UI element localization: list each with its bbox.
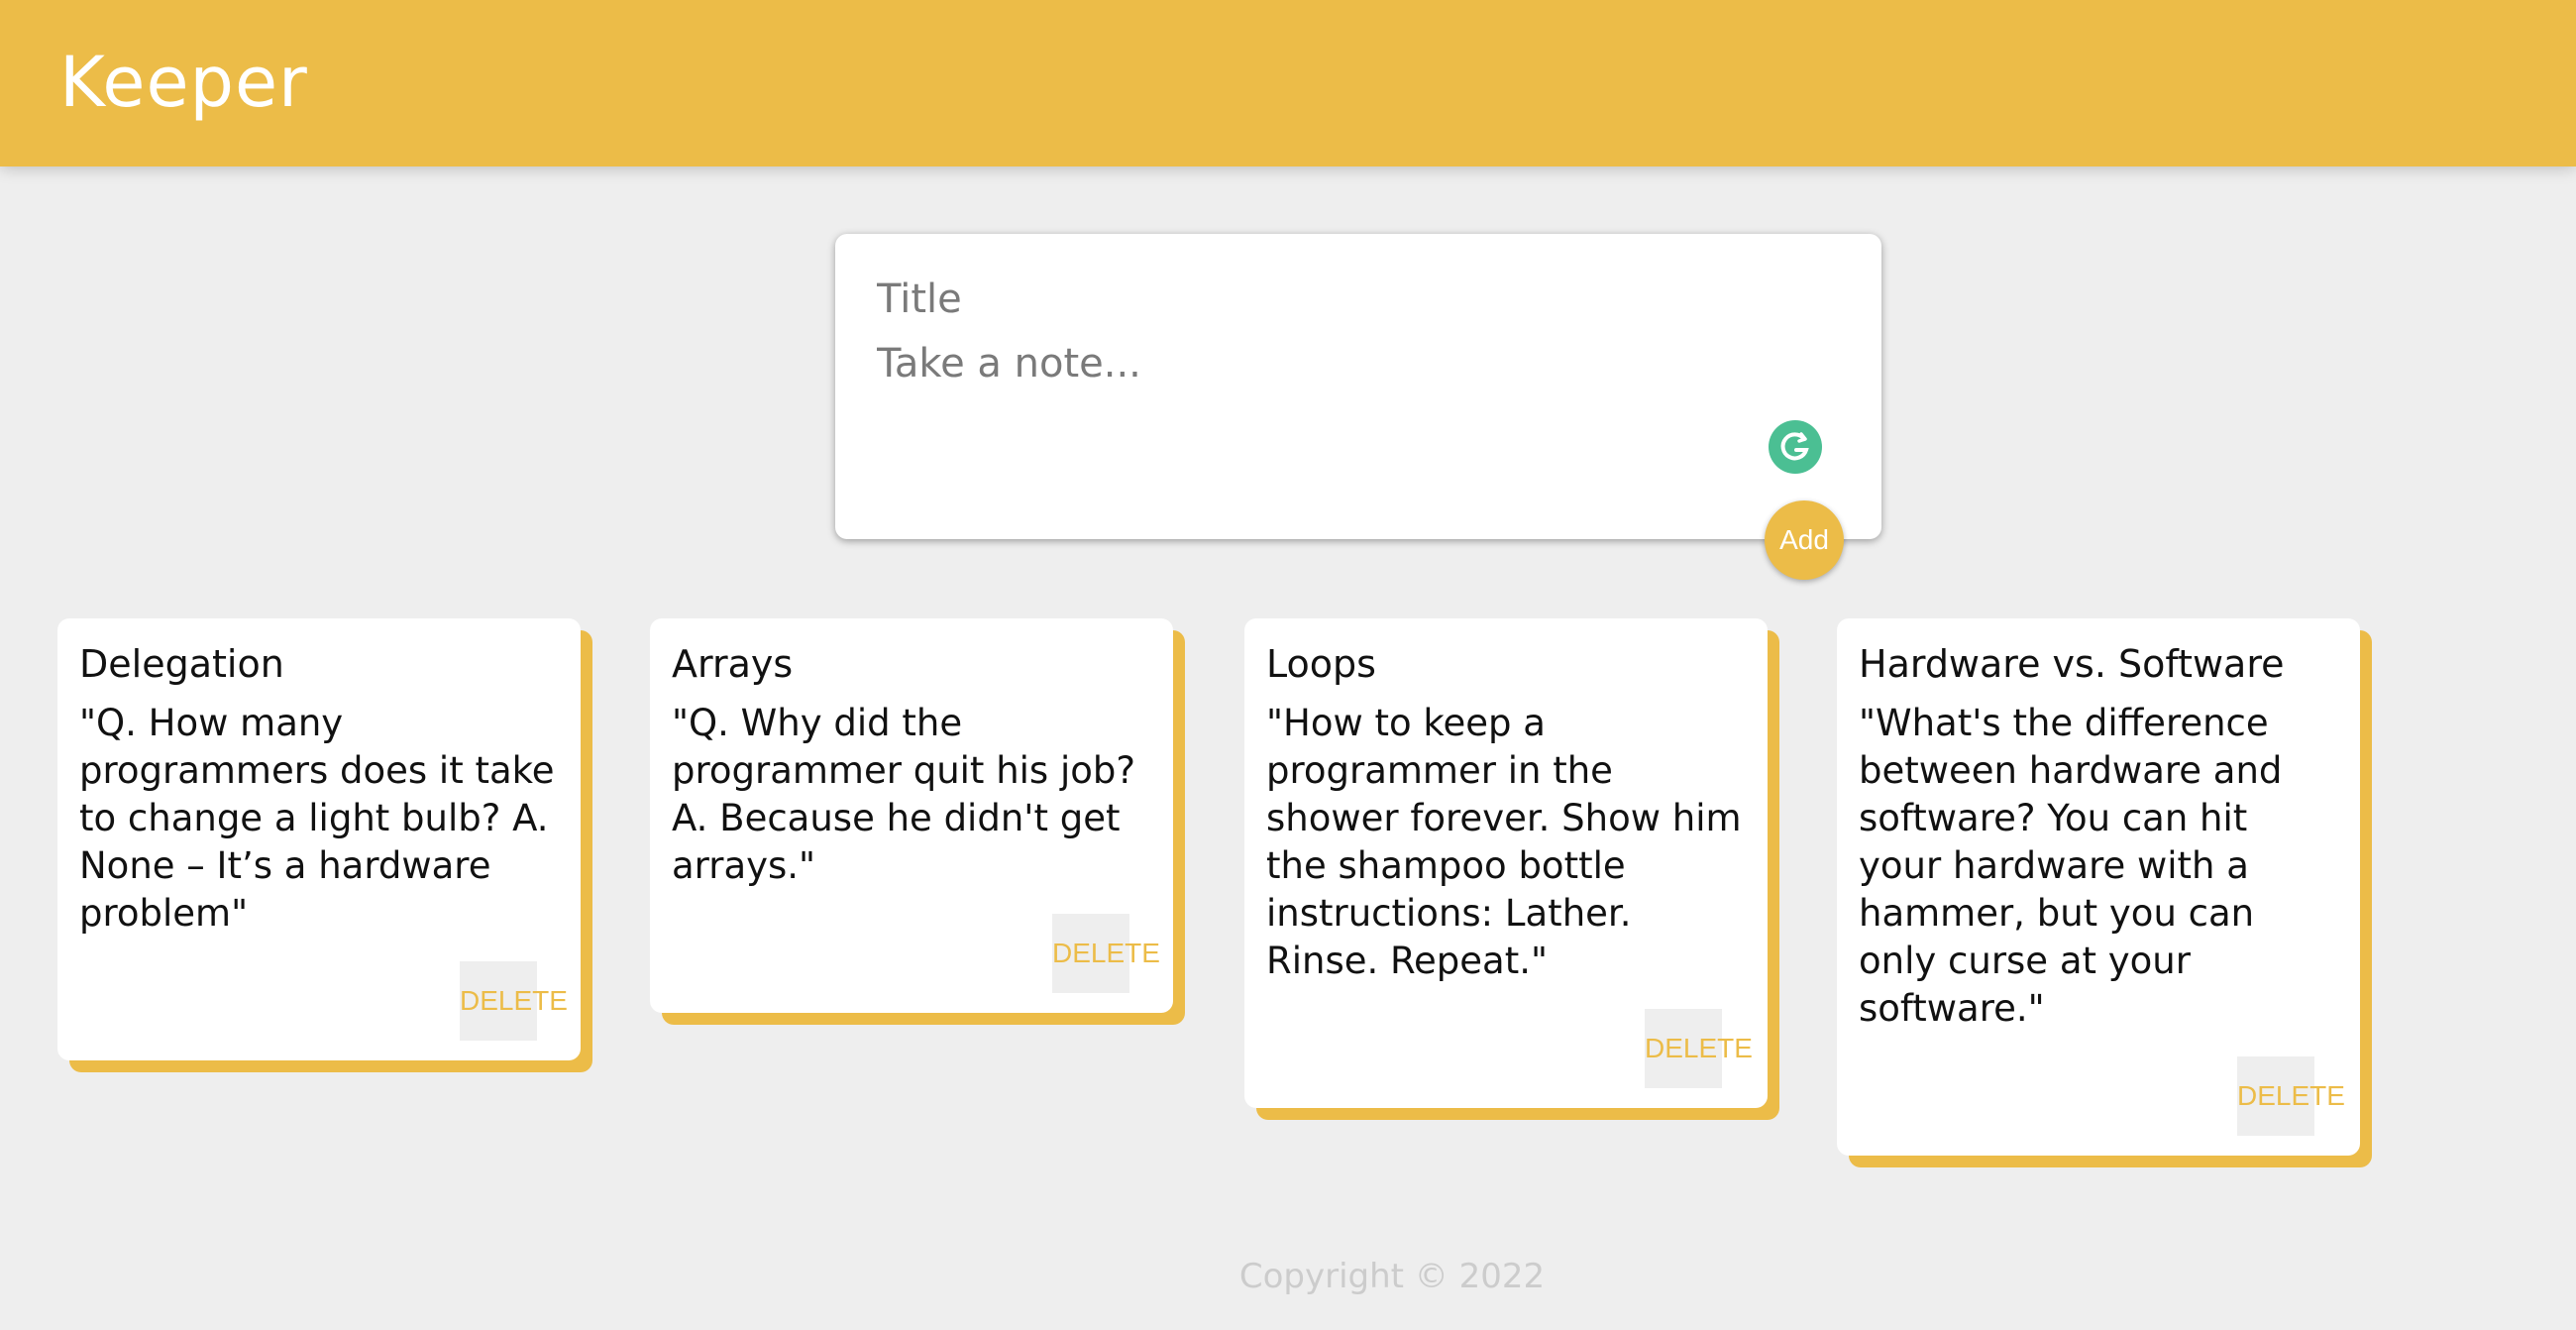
app-header: Keeper bbox=[0, 0, 2576, 166]
note-content: "What's the difference between hardware … bbox=[1859, 702, 2283, 1030]
note-title: Delegation bbox=[79, 642, 284, 686]
note-card: Delegation "Q. How many programmers does… bbox=[57, 618, 592, 1072]
note-title: Loops bbox=[1266, 642, 1376, 686]
note-title-input[interactable] bbox=[877, 274, 1828, 325]
note-content: "Q. Why did the programmer quit his job?… bbox=[672, 702, 1136, 887]
delete-note-button[interactable]: DELETE bbox=[460, 961, 568, 1041]
note-content: "Q. How many programmers does it take to… bbox=[79, 702, 555, 935]
delete-note-button[interactable]: DELETE bbox=[1645, 1009, 1753, 1088]
footer-copyright: Copyright © 2022 bbox=[1238, 1257, 1546, 1296]
delete-note-button[interactable]: DELETE bbox=[2237, 1056, 2345, 1136]
note-title: Hardware vs. Software bbox=[1859, 642, 2285, 686]
app-logo: Keeper bbox=[59, 42, 308, 123]
note-card: Hardware vs. Software "What's the differ… bbox=[1837, 618, 2372, 1167]
note-title: Arrays bbox=[672, 642, 794, 686]
add-note-button[interactable]: Add bbox=[1765, 500, 1844, 580]
note-content: "How to keep a programmer in the shower … bbox=[1266, 702, 1742, 982]
note-composer bbox=[835, 234, 1881, 539]
delete-note-button[interactable]: DELETE bbox=[1052, 914, 1160, 993]
grammarly-icon[interactable] bbox=[1769, 420, 1822, 474]
note-content-input[interactable] bbox=[877, 341, 1828, 490]
note-card: Loops "How to keep a programmer in the s… bbox=[1244, 618, 1779, 1120]
note-card: Arrays "Q. Why did the programmer quit h… bbox=[650, 618, 1185, 1025]
